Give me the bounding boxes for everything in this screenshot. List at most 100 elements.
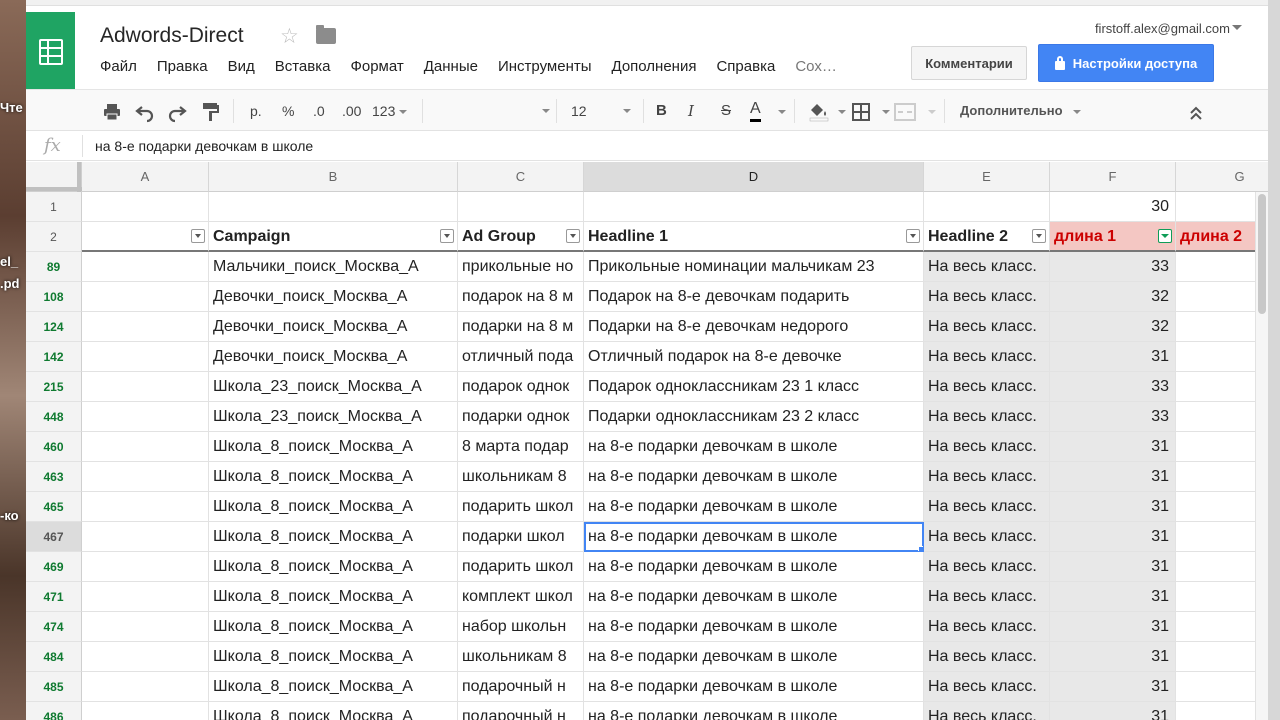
cell[interactable]: Школа_8_поиск_Москва_А [209,672,458,702]
cell[interactable]: на 8-е подарки девочкам в школе [584,492,924,522]
cell[interactable] [82,342,209,372]
cell[interactable] [82,582,209,612]
cell[interactable]: Девочки_поиск_Москва_А [209,342,458,372]
menu-tools[interactable]: Инструменты [498,58,592,75]
cell[interactable]: комплект школ [458,582,584,612]
header-cell-length-1[interactable]: длина 1 [1050,222,1176,252]
cell[interactable]: 33 [1050,372,1176,402]
italic-button[interactable]: I [688,100,694,122]
cell[interactable]: На весь класс. [924,342,1050,372]
row-header[interactable]: 463 [26,462,82,492]
filter-dropdown-icon[interactable] [191,229,205,243]
cell[interactable]: школьникам 8 [458,642,584,672]
header-cell-ad-group[interactable]: Ad Group [458,222,584,252]
filter-dropdown-icon[interactable] [1032,229,1046,243]
cell[interactable] [82,702,209,720]
row-header[interactable]: 486 [26,702,82,720]
row-header[interactable]: 108 [26,282,82,312]
borders-icon[interactable] [852,101,870,123]
cell[interactable]: 31 [1050,432,1176,462]
filter-dropdown-icon[interactable] [906,229,920,243]
cell[interactable] [82,522,209,552]
cell[interactable]: На весь класс. [924,252,1050,282]
sheets-logo[interactable] [26,12,75,91]
cell[interactable] [82,252,209,282]
cell[interactable]: 32 [1050,312,1176,342]
undo-icon[interactable] [135,101,155,123]
column-header-g[interactable]: G [1176,162,1268,192]
cell[interactable]: На весь класс. [924,402,1050,432]
cell[interactable]: на 8-е подарки девочкам в школе [584,702,924,720]
cell[interactable]: На весь класс. [924,312,1050,342]
cell[interactable]: Школа_8_поиск_Москва_А [209,492,458,522]
menu-file[interactable]: Файл [100,58,137,75]
more-formats-button[interactable]: 123 [372,100,408,122]
star-icon[interactable]: ☆ [280,24,299,49]
cell[interactable]: Девочки_поиск_Москва_А [209,312,458,342]
cell[interactable]: Подарок одноклассникам 23 1 класс [584,372,924,402]
paint-format-icon[interactable] [202,101,220,123]
cell[interactable] [82,462,209,492]
filter-active-icon[interactable] [1158,229,1172,243]
cell[interactable] [82,282,209,312]
redo-icon[interactable] [167,101,187,123]
cell[interactable]: Школа_8_поиск_Москва_А [209,522,458,552]
selected-cell[interactable]: на 8-е подарки девочкам в школе [584,522,924,552]
collapse-toolbar-icon[interactable] [1189,102,1203,124]
folder-icon[interactable] [316,25,336,44]
header-cell-headline-1[interactable]: Headline 1 [584,222,924,252]
cell[interactable]: на 8-е подарки девочкам в школе [584,462,924,492]
cell[interactable]: На весь класс. [924,642,1050,672]
font-family-dropdown[interactable] [436,100,556,122]
cell[interactable]: На весь класс. [924,282,1050,312]
cell[interactable]: на 8-е подарки девочкам в школе [584,642,924,672]
cell[interactable] [458,192,584,222]
header-cell-headline-2[interactable]: Headline 2 [924,222,1050,252]
cell[interactable] [209,192,458,222]
cell[interactable]: На весь класс. [924,372,1050,402]
row-header[interactable]: 474 [26,612,82,642]
column-header-e[interactable]: E [924,162,1050,192]
menu-format[interactable]: Формат [350,58,403,75]
menu-addons[interactable]: Дополнения [612,58,697,75]
cell[interactable] [82,672,209,702]
row-header[interactable]: 469 [26,552,82,582]
menu-insert[interactable]: Вставка [275,58,331,75]
cell[interactable] [82,492,209,522]
cell[interactable]: Школа_8_поиск_Москва_А [209,432,458,462]
filter-dropdown-icon[interactable] [440,229,454,243]
row-header[interactable]: 467 [26,522,82,552]
formula-input[interactable]: на 8-е подарки девочкам в школе [95,138,313,154]
column-header-d[interactable]: D [584,162,924,192]
cell[interactable]: 8 марта подар [458,432,584,462]
cell[interactable]: 31 [1050,492,1176,522]
chevron-down-icon[interactable] [1232,25,1242,30]
cell[interactable]: 31 [1050,642,1176,672]
cell[interactable]: 33 [1050,252,1176,282]
row-header[interactable]: 460 [26,432,82,462]
cell[interactable]: Отличный подарок на 8-е девочке [584,342,924,372]
cell[interactable]: Школа_8_поиск_Москва_А [209,642,458,672]
menu-edit[interactable]: Правка [157,58,208,75]
menu-view[interactable]: Вид [228,58,255,75]
cell[interactable]: На весь класс. [924,522,1050,552]
cell[interactable]: Девочки_поиск_Москва_А [209,282,458,312]
more-tools-dropdown[interactable]: Дополнительно [960,100,1081,122]
cell[interactable]: Подарки на 8-е девочкам недорого [584,312,924,342]
row-header[interactable]: 124 [26,312,82,342]
cell[interactable]: 31 [1050,342,1176,372]
cell[interactable] [584,192,924,222]
cell[interactable]: Школа_23_поиск_Москва_А [209,402,458,432]
cell[interactable]: школьникам 8 [458,462,584,492]
cell[interactable]: подарочный н [458,702,584,720]
fill-color-icon[interactable] [808,100,830,122]
print-icon[interactable] [103,101,121,123]
cell[interactable]: На весь класс. [924,612,1050,642]
cell[interactable]: Школа_8_поиск_Москва_А [209,582,458,612]
cell[interactable]: подарок на 8 м [458,282,584,312]
cell[interactable] [82,372,209,402]
row-header[interactable]: 1 [26,192,82,222]
column-header-b[interactable]: B [209,162,458,192]
cell[interactable]: Школа_8_поиск_Москва_А [209,612,458,642]
comments-button[interactable]: Комментарии [911,46,1027,80]
